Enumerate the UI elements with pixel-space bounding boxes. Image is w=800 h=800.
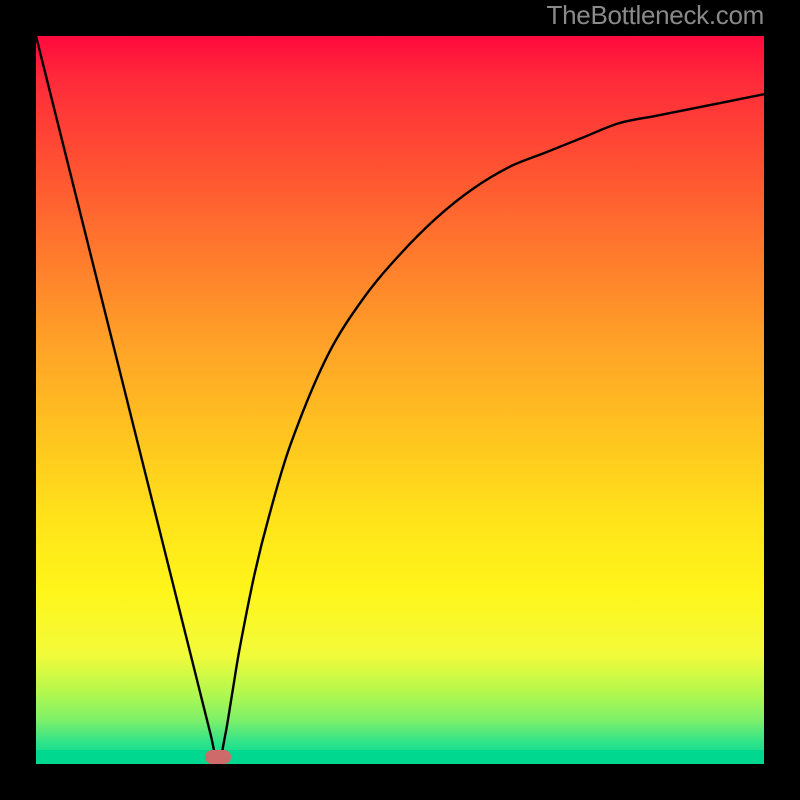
- minimum-marker: [205, 750, 231, 764]
- chart-frame: TheBottleneck.com: [0, 0, 800, 800]
- watermark-text: TheBottleneck.com: [547, 0, 764, 31]
- bottleneck-curve: [36, 36, 764, 764]
- plot-area: [36, 36, 764, 764]
- curve-svg: [36, 36, 764, 764]
